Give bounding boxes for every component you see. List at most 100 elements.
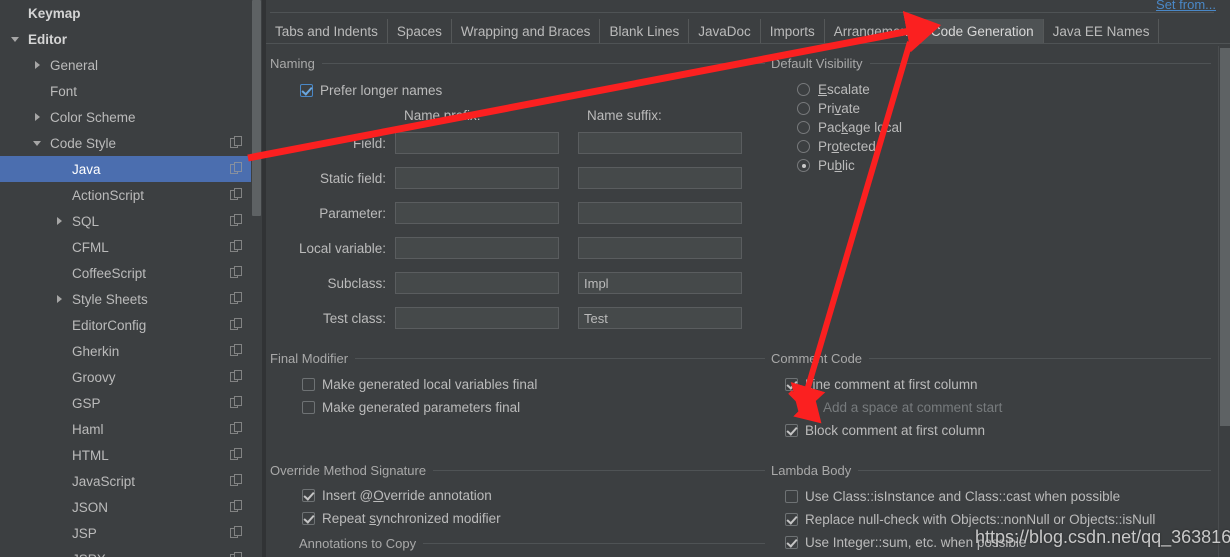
visibility-option-row[interactable]: Private xyxy=(797,99,1211,118)
content-scrollbar[interactable] xyxy=(1218,46,1230,557)
sidebar-item-color-scheme[interactable]: Color Scheme xyxy=(0,104,262,130)
sidebar-item-jsp[interactable]: JSP xyxy=(0,520,262,546)
visibility-radio[interactable] xyxy=(797,121,810,134)
visibility-radio[interactable] xyxy=(797,83,810,96)
copy-scheme-icon[interactable] xyxy=(230,370,244,384)
prefer-longer-names-row[interactable]: Prefer longer names xyxy=(300,79,765,102)
sidebar-item-style-sheets[interactable]: Style Sheets xyxy=(0,286,262,312)
final-modifier-checkbox[interactable] xyxy=(302,401,315,414)
sidebar-item-gherkin[interactable]: Gherkin xyxy=(0,338,262,364)
lambda-body-checkbox[interactable] xyxy=(785,490,798,503)
comment-code-row[interactable]: Add a space at comment start xyxy=(803,396,1211,419)
copy-scheme-icon[interactable] xyxy=(230,396,244,410)
override-signature-row[interactable]: Insert @Override annotation xyxy=(302,484,765,507)
tree-twisty[interactable] xyxy=(8,26,22,52)
copy-scheme-icon[interactable] xyxy=(230,500,244,514)
copy-scheme-icon[interactable] xyxy=(230,292,244,306)
content-scrollbar-thumb[interactable] xyxy=(1220,48,1230,426)
final-modifier-row[interactable]: Make generated parameters final xyxy=(302,396,765,419)
sidebar-item-editorconfig[interactable]: EditorConfig xyxy=(0,312,262,338)
sidebar-item-json[interactable]: JSON xyxy=(0,494,262,520)
copy-scheme-icon[interactable] xyxy=(230,422,244,436)
tab-spaces[interactable]: Spaces xyxy=(387,19,452,43)
tree-twisty[interactable] xyxy=(52,286,66,312)
copy-scheme-icon[interactable] xyxy=(230,188,244,202)
sidebar-item-javascript[interactable]: JavaScript xyxy=(0,468,262,494)
visibility-radio[interactable] xyxy=(797,102,810,115)
tree-twisty[interactable] xyxy=(30,52,44,78)
naming-prefix-input[interactable] xyxy=(395,167,559,189)
sidebar-item-groovy[interactable]: Groovy xyxy=(0,364,262,390)
copy-scheme-icon[interactable] xyxy=(230,552,244,557)
tab-javadoc[interactable]: JavaDoc xyxy=(689,19,761,43)
tab-tabs-and-indents[interactable]: Tabs and Indents xyxy=(266,19,388,43)
tab-arrangement[interactable]: Arrangement xyxy=(824,19,922,43)
tree-twisty[interactable] xyxy=(52,208,66,234)
copy-scheme-icon[interactable] xyxy=(230,318,244,332)
sidebar-item-coffeescript[interactable]: CoffeeScript xyxy=(0,260,262,286)
copy-scheme-icon[interactable] xyxy=(230,266,244,280)
set-from-link[interactable]: Set from... xyxy=(1156,0,1216,12)
lambda-body-checkbox[interactable] xyxy=(785,513,798,526)
naming-suffix-input[interactable] xyxy=(578,272,742,294)
comment-code-checkbox[interactable] xyxy=(803,401,816,414)
sidebar-item-jspx[interactable]: JSPX xyxy=(0,546,262,557)
final-modifier-checkbox[interactable] xyxy=(302,378,315,391)
tab-wrapping-and-braces[interactable]: Wrapping and Braces xyxy=(451,19,601,43)
prefer-longer-names-checkbox[interactable] xyxy=(300,84,313,97)
comment-code-row[interactable]: Line comment at first column xyxy=(785,373,1211,396)
lambda-body-checkbox[interactable] xyxy=(785,536,798,549)
copy-scheme-icon[interactable] xyxy=(230,162,244,176)
lambda-body-row[interactable]: Use Class::isInstance and Class::cast wh… xyxy=(785,485,1211,508)
copy-scheme-icon[interactable] xyxy=(230,136,244,150)
naming-suffix-input[interactable] xyxy=(578,167,742,189)
sidebar-item-general[interactable]: General xyxy=(0,52,262,78)
visibility-option-row[interactable]: Escalate xyxy=(797,80,1211,99)
copy-scheme-icon[interactable] xyxy=(230,526,244,540)
tab-blank-lines[interactable]: Blank Lines xyxy=(600,19,690,43)
naming-suffix-input[interactable] xyxy=(578,202,742,224)
naming-suffix-input[interactable] xyxy=(578,132,742,154)
copy-scheme-icon[interactable] xyxy=(230,344,244,358)
copy-scheme-icon[interactable] xyxy=(230,448,244,462)
sidebar-item-actionscript[interactable]: ActionScript xyxy=(0,182,262,208)
sidebar-item-sql[interactable]: SQL xyxy=(0,208,262,234)
sidebar-item-haml[interactable]: Haml xyxy=(0,416,262,442)
naming-prefix-input[interactable] xyxy=(395,202,559,224)
sidebar-item-gsp[interactable]: GSP xyxy=(0,390,262,416)
final-modifier-row[interactable]: Make generated local variables final xyxy=(302,373,765,396)
copy-scheme-icon[interactable] xyxy=(230,214,244,228)
visibility-option-row[interactable]: Public xyxy=(797,156,1211,175)
comment-code-checkbox[interactable] xyxy=(785,424,798,437)
visibility-option-row[interactable]: Protected xyxy=(797,137,1211,156)
sidebar-item-html[interactable]: HTML xyxy=(0,442,262,468)
tab-bar[interactable]: Tabs and Indents Spaces Wrapping and Brace… xyxy=(266,19,1230,44)
tree-twisty[interactable] xyxy=(30,104,44,130)
visibility-radio[interactable] xyxy=(797,159,810,172)
tab-java-ee-names[interactable]: Java EE Names xyxy=(1043,19,1160,43)
sidebar-scrollbar-thumb[interactable] xyxy=(252,0,261,216)
override-signature-checkbox[interactable] xyxy=(302,512,315,525)
settings-tree[interactable]: Keymap Editor General Font Color Scheme Code … xyxy=(0,0,262,557)
override-signature-row[interactable]: Repeat synchronized modifier xyxy=(302,507,765,530)
naming-prefix-input[interactable] xyxy=(395,307,559,329)
tree-twisty[interactable] xyxy=(30,130,44,156)
sidebar-item-font[interactable]: Font xyxy=(0,78,262,104)
naming-suffix-input[interactable] xyxy=(578,307,742,329)
copy-scheme-icon[interactable] xyxy=(230,474,244,488)
override-signature-checkbox[interactable] xyxy=(302,489,315,502)
visibility-option-row[interactable]: Package local xyxy=(797,118,1211,137)
sidebar-item-keymap[interactable]: Keymap xyxy=(0,0,262,26)
naming-prefix-input[interactable] xyxy=(395,272,559,294)
sidebar-item-java[interactable]: Java xyxy=(0,156,262,182)
sidebar-item-editor[interactable]: Editor xyxy=(0,26,262,52)
comment-code-checkbox[interactable] xyxy=(785,378,798,391)
naming-prefix-input[interactable] xyxy=(395,237,559,259)
naming-suffix-input[interactable] xyxy=(578,237,742,259)
comment-code-row[interactable]: Block comment at first column xyxy=(785,419,1211,442)
visibility-radio[interactable] xyxy=(797,140,810,153)
tab-imports[interactable]: Imports xyxy=(760,19,825,43)
visibility-options[interactable]: Escalate Private Package local Protected Pub… xyxy=(797,80,1211,175)
copy-scheme-icon[interactable] xyxy=(230,240,244,254)
naming-prefix-input[interactable] xyxy=(395,132,559,154)
